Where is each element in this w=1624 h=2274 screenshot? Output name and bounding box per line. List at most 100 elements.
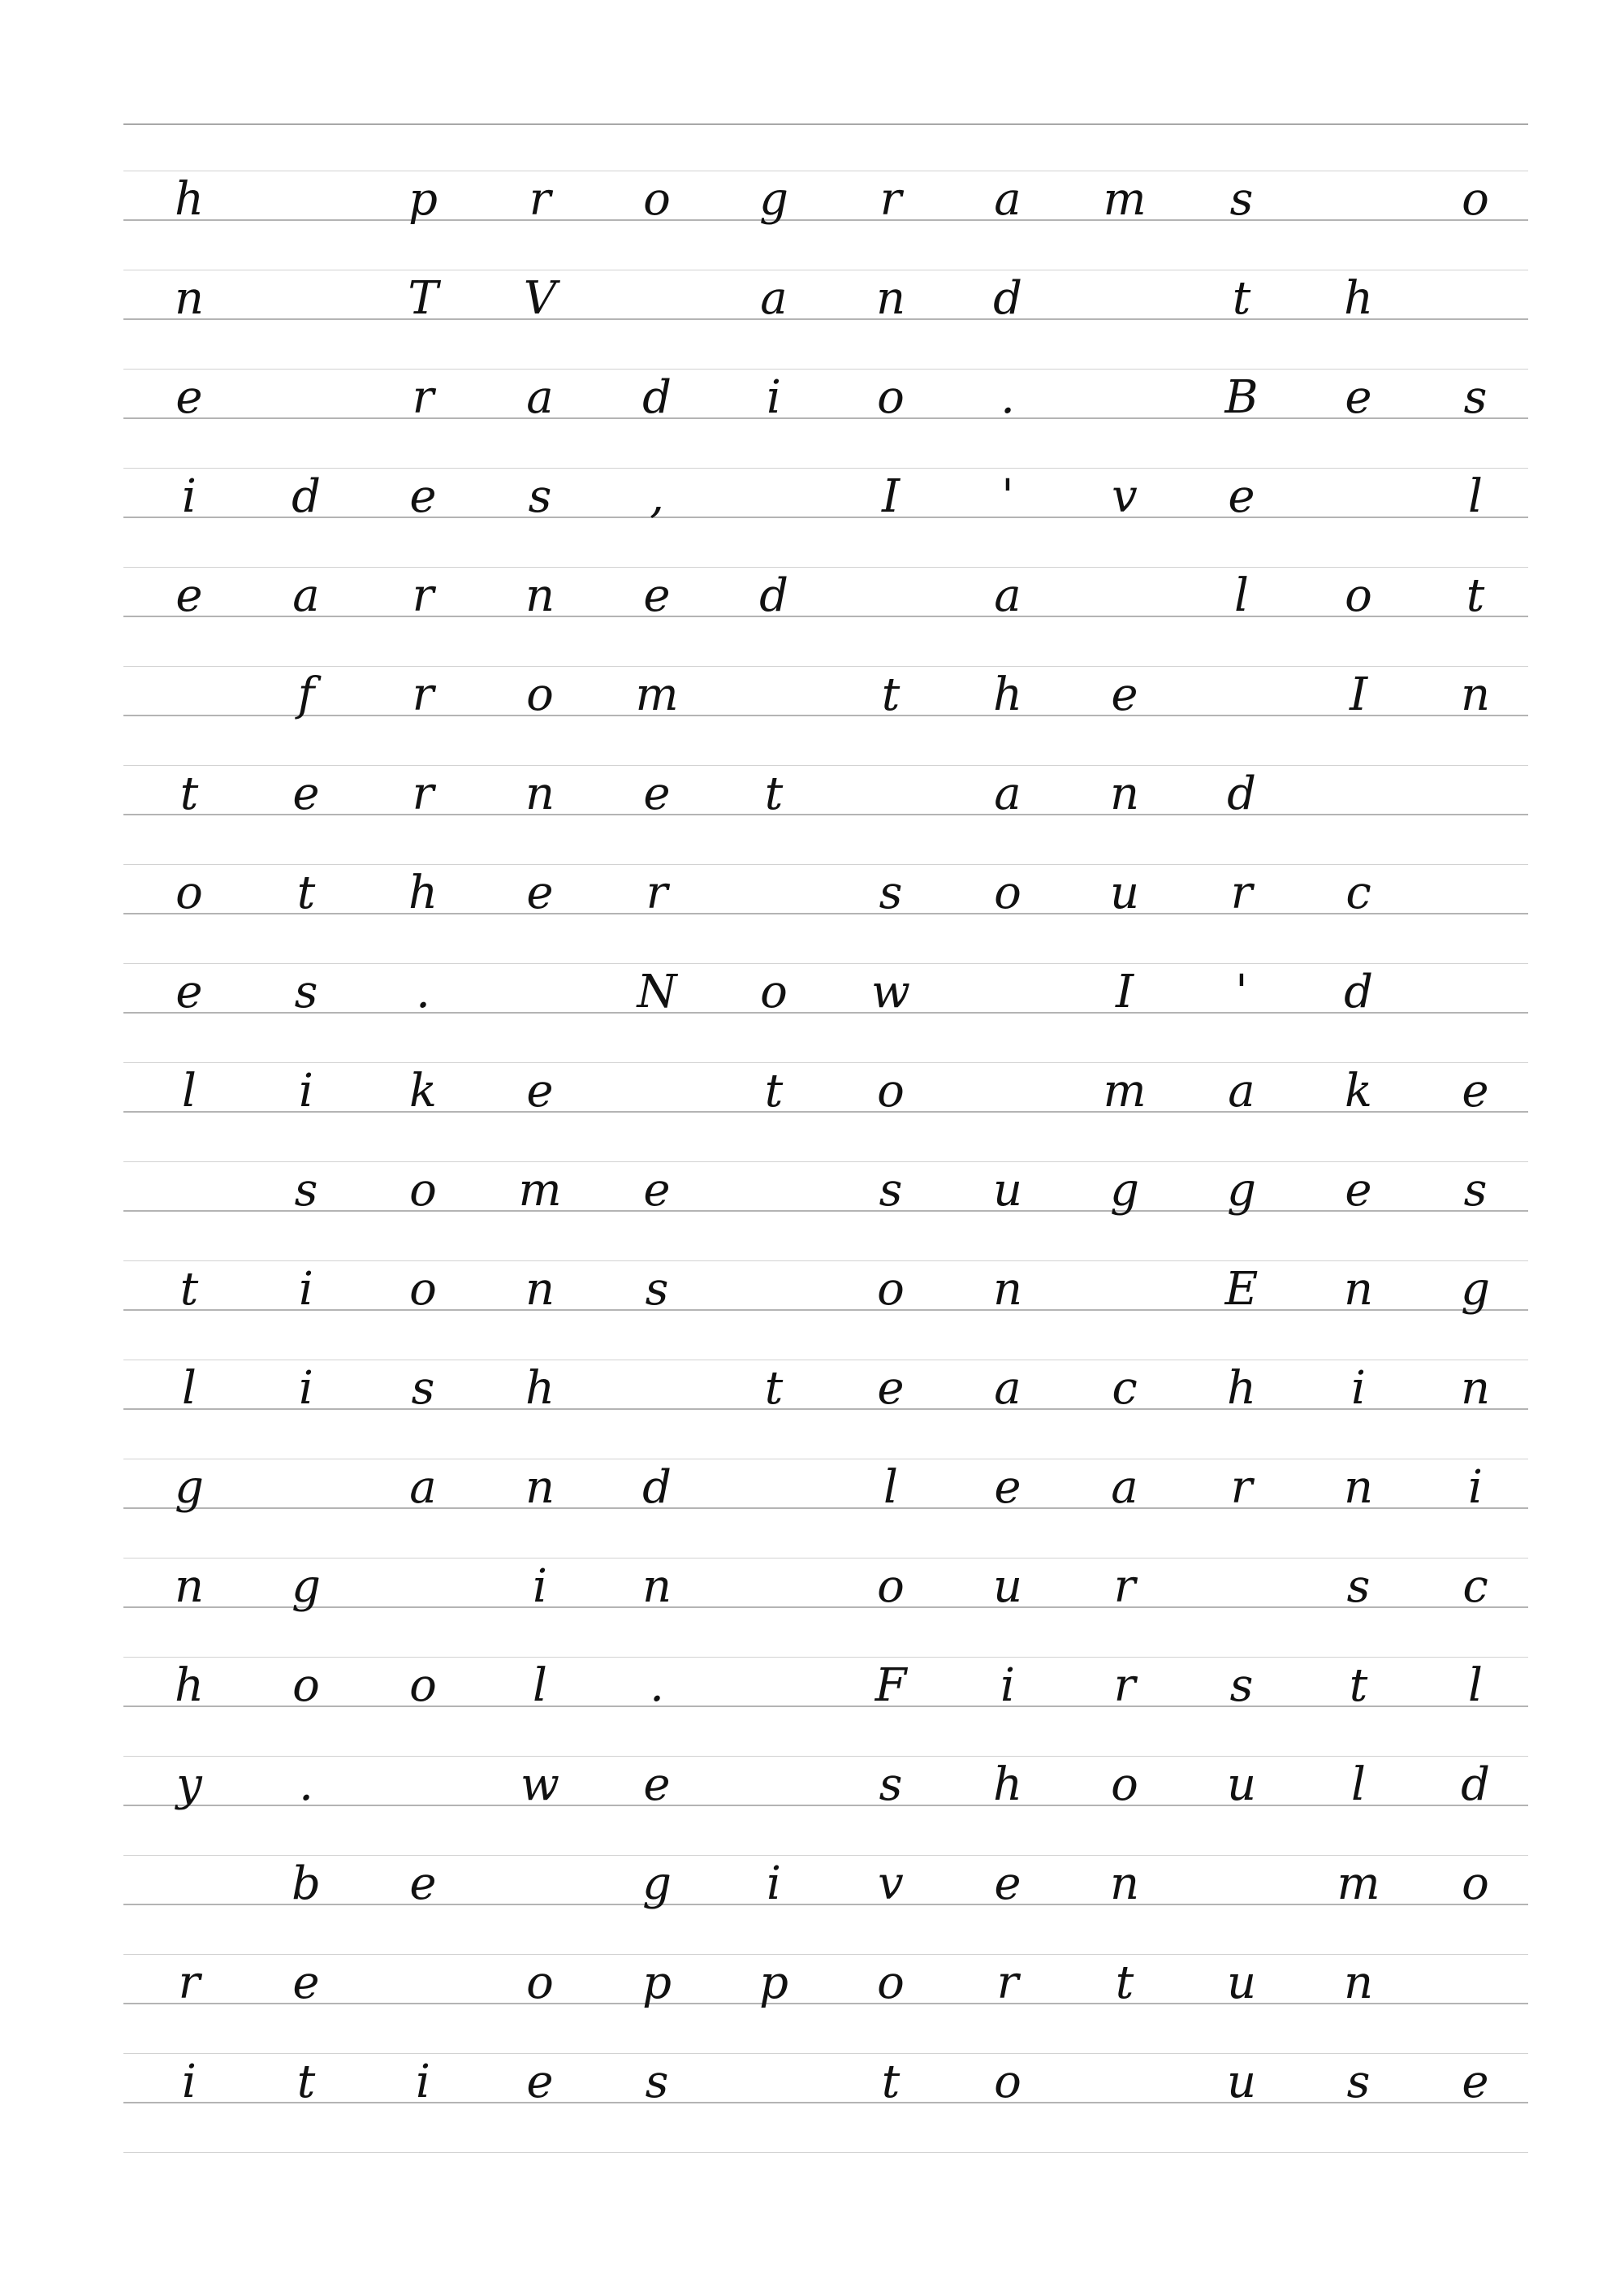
- handwritten-letter: v: [878, 1857, 904, 1910]
- handwritten-letter: e: [1462, 1065, 1489, 1118]
- handwritten-letter: p: [759, 1956, 788, 2009]
- handwritten-letter: n: [641, 1560, 672, 1613]
- writing-row: nginoursc: [123, 1514, 1528, 1615]
- handwritten-letter: N: [637, 966, 677, 1018]
- handwritten-letter: e: [175, 569, 203, 622]
- handwritten-letter: T: [408, 272, 438, 325]
- handwritten-letter: d: [642, 371, 672, 424]
- handwritten-letter: o: [1462, 173, 1489, 226]
- handwritten-letter: t: [179, 1263, 199, 1316]
- handwritten-letter: o: [292, 1659, 320, 1712]
- handwritten-letter: r: [879, 173, 902, 226]
- handwritten-letter: n: [525, 1461, 555, 1514]
- handwritten-letter: s: [294, 966, 318, 1018]
- handwritten-letter: s: [879, 867, 903, 919]
- handwritten-letter: c: [1112, 1362, 1138, 1415]
- handwritten-letter: r: [1113, 1560, 1136, 1613]
- handwritten-letter: r: [178, 1956, 201, 2009]
- handwritten-letter: u: [1226, 1956, 1257, 2009]
- handwritten-letter: d: [1461, 1758, 1490, 1811]
- handwritten-letter: o: [1111, 1758, 1138, 1811]
- handwritten-letter: d: [759, 569, 788, 622]
- handwritten-letter: r: [1113, 1659, 1136, 1712]
- handwritten-letter: h: [408, 867, 438, 919]
- handwritten-letter: t: [881, 2056, 901, 2108]
- writing-row: t i o n s o n En g: [123, 1217, 1528, 1317]
- handwritten-letter: e: [526, 2056, 554, 2108]
- handwritten-letter: o: [877, 1956, 905, 2009]
- handwritten-letter: n: [875, 272, 906, 325]
- handwritten-letter: a: [526, 371, 554, 424]
- handwritten-letter: e: [1111, 668, 1138, 721]
- handwritten-letter: o: [409, 1659, 437, 1712]
- handwritten-letter: a: [994, 1362, 1021, 1415]
- handwritten-letter: s: [879, 1164, 903, 1217]
- handwritten-letter: u: [1109, 867, 1140, 919]
- handwritten-letter: i: [1000, 1659, 1015, 1712]
- handwritten-letter: e: [643, 1164, 671, 1217]
- writing-row: begivenmo: [123, 1811, 1528, 1912]
- handwritten-letter: s: [645, 1263, 669, 1316]
- writing-row: hprogramso: [123, 127, 1528, 227]
- handwritten-letter: o: [1462, 1857, 1489, 1910]
- handwritten-letter: o: [175, 867, 203, 919]
- handwritten-letter: t: [764, 1362, 784, 1415]
- handwritten-letter: n: [525, 767, 555, 820]
- handwritten-letter: m: [1337, 1857, 1380, 1910]
- handwritten-letter: o: [526, 1956, 554, 2009]
- handwritten-letter: h: [174, 173, 205, 226]
- handwritten-letter: h: [992, 1758, 1023, 1811]
- handwritten-letter: o: [760, 966, 788, 1018]
- handwritten-letter: w: [520, 1758, 559, 1811]
- handwritten-letter: n: [992, 1263, 1023, 1316]
- handwritten-letter: e: [175, 371, 203, 424]
- handwritten-letter: r: [529, 173, 551, 226]
- handwritten-letter: g: [175, 1461, 204, 1514]
- handwritten-letter: r: [1230, 867, 1253, 919]
- handwritten-letter: s: [645, 2056, 669, 2108]
- handwritten-letter: k: [409, 1065, 437, 1118]
- handwritten-letter: n: [1343, 1461, 1374, 1514]
- top-border-rule: [123, 123, 1528, 125]
- handwritten-letter: g: [759, 173, 788, 226]
- handwritten-letter: n: [174, 1560, 205, 1613]
- handwritten-letter: e: [292, 1956, 320, 2009]
- handwritten-letter: r: [646, 867, 668, 919]
- handwritten-letter: a: [409, 1461, 437, 1514]
- handwritten-letter: n: [1460, 1362, 1491, 1415]
- handwritten-letter: n: [174, 272, 205, 325]
- handwritten-letter: I: [1349, 668, 1368, 721]
- handwritten-letter: i: [1468, 1461, 1483, 1514]
- handwritten-letter: i: [182, 470, 197, 523]
- handwritten-letter: h: [1226, 1362, 1257, 1415]
- handwritten-letter: r: [412, 668, 434, 721]
- handwritten-letter: i: [299, 1065, 313, 1118]
- handwritten-letter: o: [409, 1164, 437, 1217]
- handwritten-letter: h: [174, 1659, 205, 1712]
- handwritten-letter: i: [416, 2056, 430, 2108]
- handwritten-letter: e: [1228, 470, 1255, 523]
- handwritten-letter: h: [525, 1362, 555, 1415]
- handwritten-letter: i: [182, 2056, 197, 2108]
- handwritten-letter: o: [877, 1263, 905, 1316]
- handwritten-letter: o: [1345, 569, 1372, 622]
- handwritten-letter: r: [412, 569, 434, 622]
- handwritten-letter: n: [525, 1263, 555, 1316]
- handwritten-letter: s: [1463, 1164, 1488, 1217]
- handwritten-letter: p: [642, 1956, 672, 2009]
- handwritten-letter: I: [1115, 966, 1134, 1018]
- handwritten-letter: l: [1234, 569, 1249, 622]
- handwritten-letter: t: [764, 767, 784, 820]
- handwritten-letter: v: [1112, 470, 1138, 523]
- handwritten-letter: e: [1345, 371, 1372, 424]
- writing-row: i d e s, I ' v e l: [123, 424, 1528, 525]
- handwritten-letter: w: [871, 966, 910, 1018]
- handwritten-letter: o: [409, 1263, 437, 1316]
- handwritten-letter: ,: [650, 470, 664, 523]
- handwritten-letter: l: [182, 1065, 197, 1118]
- handwritten-letter: n: [525, 569, 555, 622]
- handwritten-letter: e: [994, 1461, 1021, 1514]
- handwritten-letter: i: [533, 1560, 547, 1613]
- handwritten-letter: F: [875, 1659, 907, 1712]
- handwritten-letter: c: [1462, 1560, 1488, 1613]
